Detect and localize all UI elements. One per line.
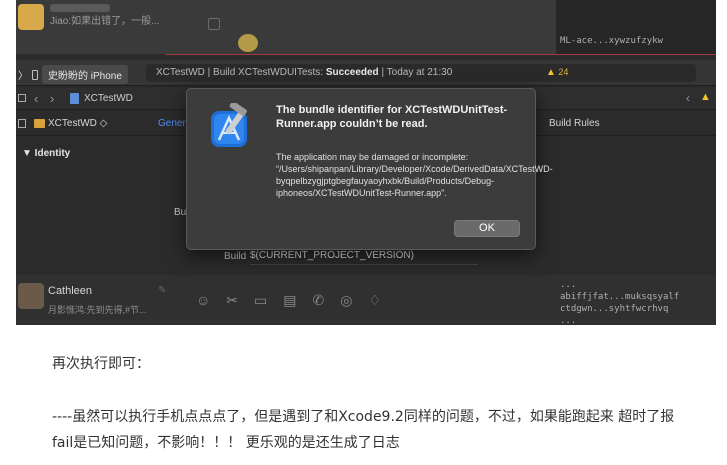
emoji-icon	[238, 34, 258, 52]
warning-badge[interactable]: ▲ 24	[546, 67, 568, 78]
iphone-icon	[32, 69, 38, 80]
xcode-icon	[211, 103, 247, 147]
field-label-fragment: Bu	[174, 207, 187, 218]
chat-message-snippet: Jiao:如果出错了，一般...	[50, 16, 160, 27]
device-name[interactable]: 史盼盼的 iPhone	[42, 65, 128, 84]
phone-icon[interactable]: ✆	[313, 292, 325, 309]
paragraph: 再次执行即可：	[52, 356, 150, 372]
run-destination[interactable]: 〉 史盼盼的 iPhone	[18, 65, 128, 84]
back-icon[interactable]: ‹	[34, 91, 38, 106]
screenshot: Jiao:如果出错了，一般... ML-ace...xywzufzykw 〉 史…	[16, 0, 716, 325]
clipboard-icon[interactable]: ▤	[283, 292, 296, 309]
warning-icon[interactable]: ▲	[700, 91, 711, 103]
tab-build-rules[interactable]: Build Rules	[549, 118, 600, 129]
forward-icon[interactable]: ›	[50, 91, 54, 106]
build-label: Build	[224, 251, 247, 262]
window-icon	[208, 18, 220, 30]
related-items-icon[interactable]	[18, 94, 26, 102]
target-icon	[34, 119, 45, 128]
avatar	[18, 283, 44, 309]
ok-button[interactable]: OK	[454, 220, 520, 237]
sidebar-toggle-icon[interactable]	[18, 119, 26, 128]
paragraph: ----虽然可以执行手机点点点了，但是遇到了和Xcode9.2同样的问题，不过，…	[52, 409, 675, 451]
alert-title: The bundle identifier for XCTestWDUnitTe…	[276, 104, 508, 130]
pin-icon: ✎	[158, 285, 167, 296]
status-suffix: | Today at 21:30	[378, 67, 453, 78]
chat-side-text: ... abiffjfat...muksqsyalf ctdgwn...syht…	[560, 280, 680, 325]
chevron-left-icon[interactable]: ‹	[686, 91, 690, 105]
folder-icon[interactable]: ▭	[254, 292, 267, 309]
video-icon[interactable]: ◎	[340, 292, 352, 309]
warning-icon: ▲	[546, 67, 556, 78]
status-result: Succeeded	[325, 67, 379, 78]
target-selector[interactable]: XCTestWD ◇	[48, 118, 107, 129]
breadcrumb[interactable]: XCTestWD	[84, 93, 133, 104]
alert-message: The application may be damaged or incomp…	[276, 152, 553, 198]
alert-dialog: The bundle identifier for XCTestWDUnitTe…	[186, 88, 553, 250]
chat-message-snippet: 月影憔鸿:先到先得,#节...	[48, 305, 147, 315]
chevron-right-icon: 〉	[18, 71, 28, 82]
section-identity[interactable]: ▼ Identity	[22, 148, 70, 159]
scissors-icon[interactable]: ✂	[226, 292, 238, 309]
chat-window-bottom: Cathleen 月影憔鸿:先到先得,#节... ✎ ☺ ✂ ▭ ▤ ✆ ◎ ♢…	[16, 275, 716, 325]
activity-status: XCTestWD | Build XCTestWDUITests: Succee…	[146, 64, 696, 82]
chat-contact-name[interactable]: Cathleen	[48, 285, 92, 297]
xcode-toolbar: 〉 史盼盼的 iPhone XCTestWD | Build XCTestWDU…	[16, 60, 716, 86]
avatar	[18, 4, 44, 30]
divider	[166, 54, 716, 55]
emoji-icon[interactable]: ☺	[196, 292, 210, 309]
chat-contact-name-blurred	[50, 4, 110, 12]
tab-general[interactable]: Gener	[158, 118, 186, 129]
chat-side-text: ML-ace...xywzufzykw	[560, 36, 663, 46]
chat-toolbar: ☺ ✂ ▭ ▤ ✆ ◎ ♢	[196, 292, 381, 309]
chat-window-top: Jiao:如果出错了，一般... ML-ace...xywzufzykw	[16, 0, 716, 54]
bell-icon[interactable]: ♢	[368, 292, 381, 309]
project-file-icon	[70, 93, 79, 104]
warning-count: 24	[558, 67, 569, 77]
status-prefix: XCTestWD | Build XCTestWDUITests:	[156, 67, 326, 78]
